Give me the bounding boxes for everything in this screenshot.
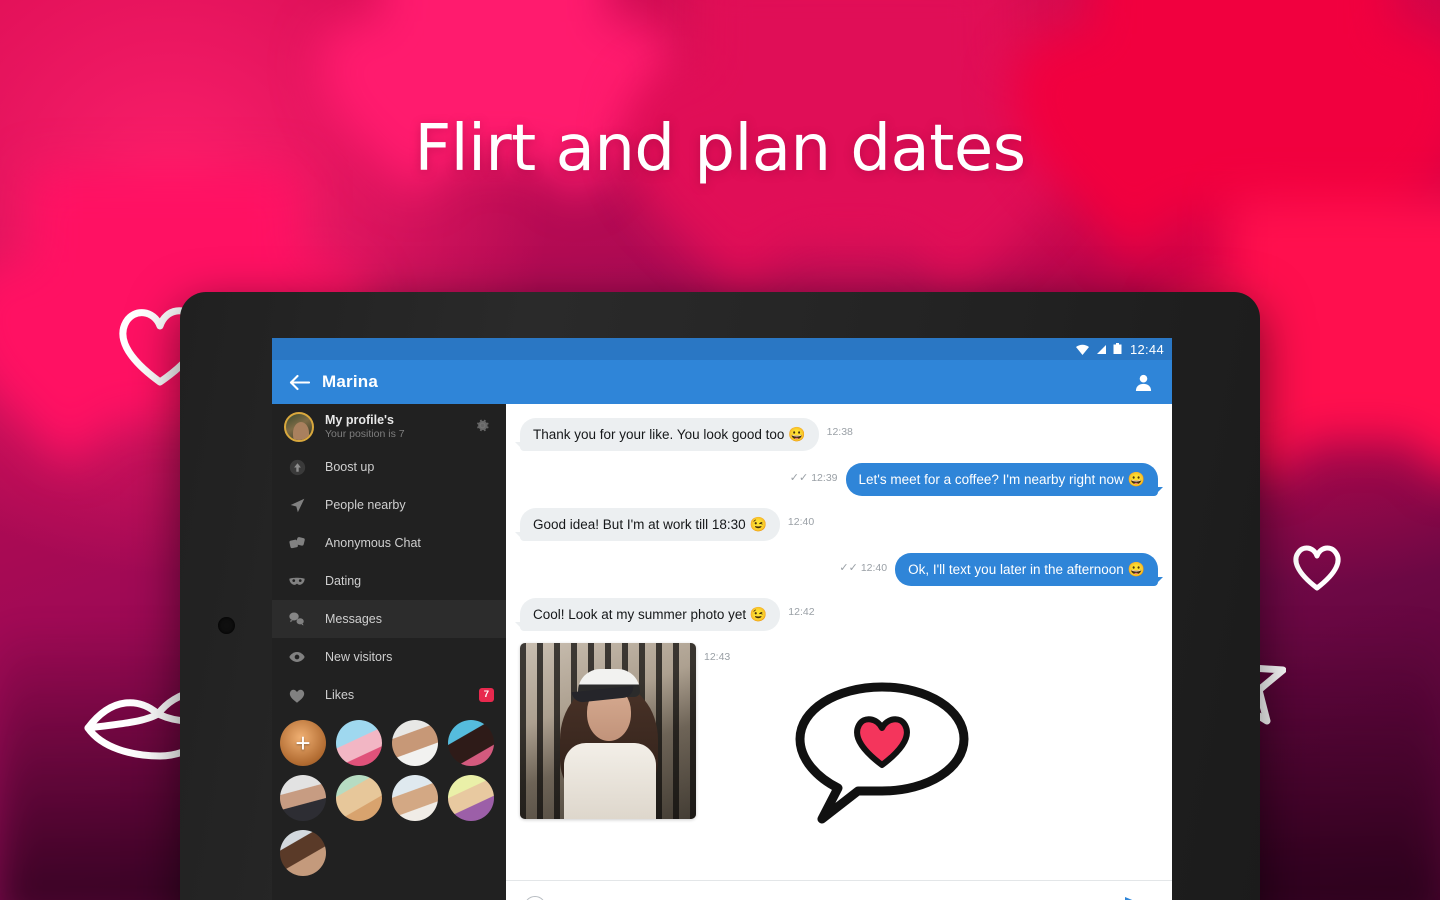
sidebar-item-new-visitors[interactable]: New visitors — [272, 638, 506, 676]
message-text: Good idea! But I'm at work till 18:30 — [533, 517, 746, 532]
list-item[interactable] — [280, 775, 326, 821]
app-body: My profile's Your position is 7 Boost up… — [272, 404, 1172, 900]
plus-icon: + — [295, 728, 311, 758]
navigation-arrow-icon — [284, 497, 310, 514]
message-row: Cool! Look at my summer photo yet 😉 12:4… — [514, 598, 1158, 631]
sidebar-item-label: People nearby — [325, 498, 406, 512]
sidebar-item-label: Likes — [325, 688, 355, 702]
summer-photo[interactable] — [520, 643, 696, 819]
message-time: 12:40 — [860, 562, 888, 574]
list-item[interactable] — [336, 775, 382, 821]
message-input-bar: + — [506, 880, 1172, 900]
list-item[interactable] — [448, 720, 494, 766]
list-item[interactable] — [280, 830, 326, 876]
message-bubble[interactable]: Good idea! But I'm at work till 18:30 😉 — [515, 508, 780, 541]
heart-icon — [284, 687, 310, 704]
device-screen: 12:44 Marina My profile's Your position … — [272, 338, 1172, 900]
profile-name: My profile's — [325, 413, 394, 427]
message-bubble[interactable]: Ok, I'll text you later in the afternoon… — [895, 553, 1163, 586]
read-receipt-icon: ✓✓ — [839, 562, 858, 574]
dice-icon — [284, 535, 310, 552]
message-list[interactable]: Thank you for your like. You look good t… — [506, 404, 1172, 880]
message-row: ✓✓ 12:40 Ok, I'll text you later in the a… — [520, 553, 1163, 586]
cellular-signal-icon — [1095, 344, 1107, 355]
sidebar-item-label: Dating — [325, 574, 362, 588]
right-heart-outline-icon — [1293, 545, 1341, 591]
list-item[interactable] — [448, 775, 494, 821]
sidebar-item-label: Messages — [325, 612, 382, 626]
message-time: 12:40 — [787, 516, 815, 528]
list-item[interactable] — [336, 720, 382, 766]
message-meta: ✓✓ 12:40 — [831, 561, 895, 574]
read-receipt-icon: ✓✓ — [789, 472, 809, 484]
message-bubble[interactable]: Thank you for your like. You look good t… — [515, 418, 819, 451]
front-camera-dot — [218, 617, 235, 634]
profile-text: My profile's Your position is 7 — [325, 413, 474, 441]
photo-message-row: 12:43 — [520, 643, 1158, 832]
sidebar-item-likes[interactable]: Likes 7 — [272, 676, 506, 714]
message-time: 12:38 — [826, 426, 853, 438]
sidebar-item-label: New visitors — [325, 650, 393, 664]
gear-icon[interactable] — [474, 417, 494, 437]
page-title: Flirt and plan dates — [414, 112, 1026, 186]
message-row: ✓✓ 12:39 Let's meet for a coffee? I'm nea… — [520, 463, 1163, 496]
tablet-device: 12:44 Marina My profile's Your position … — [180, 292, 1260, 900]
photo-cap — [578, 669, 640, 697]
status-badge: 7 — [478, 688, 494, 702]
sidebar-item-messages[interactable]: Messages — [272, 600, 506, 638]
sidebar-item-boost-up[interactable]: Boost up — [272, 448, 506, 486]
mask-icon — [284, 572, 310, 590]
profile-position: Your position is 7 — [325, 428, 405, 440]
chat-bubbles-icon — [284, 610, 310, 628]
navigation-sidebar: My profile's Your position is 7 Boost up… — [272, 404, 506, 900]
message-time: 12:42 — [788, 606, 815, 618]
emoji: 😀 — [1127, 471, 1145, 487]
sidebar-item-anonymous-chat[interactable]: Anonymous Chat — [272, 524, 506, 562]
photo-time: 12:43 — [704, 651, 731, 663]
photo-top — [564, 743, 656, 819]
emoji: 😀 — [1127, 561, 1145, 577]
battery-icon — [1113, 343, 1122, 355]
message-bubble[interactable]: Cool! Look at my summer photo yet 😉 — [514, 598, 781, 631]
plus-circle-icon[interactable]: + — [524, 895, 546, 900]
status-bar: 12:44 — [272, 338, 1172, 360]
list-item[interactable] — [392, 720, 438, 766]
avatar — [284, 412, 314, 442]
sidebar-item-label: Anonymous Chat — [325, 536, 421, 550]
sidebar-item-people-nearby[interactable]: People nearby — [272, 486, 506, 524]
wifi-icon — [1075, 344, 1089, 355]
message-time: 12:39 — [811, 472, 838, 484]
eye-icon — [284, 648, 310, 666]
person-icon[interactable] — [1128, 367, 1158, 397]
emoji: 😉 — [749, 606, 768, 622]
bg-heart-7 — [1230, 200, 1440, 440]
send-icon[interactable] — [1120, 890, 1154, 900]
my-profile-row[interactable]: My profile's Your position is 7 — [272, 404, 506, 448]
list-item[interactable] — [392, 775, 438, 821]
message-text: Cool! Look at my summer photo yet — [533, 607, 747, 622]
message-text: Thank you for your like. You look good t… — [533, 427, 785, 442]
message-text: Ok, I'll text you later in the afternoon — [908, 562, 1124, 577]
chat-panel: Thank you for your like. You look good t… — [506, 404, 1172, 900]
message-row: Thank you for your like. You look good t… — [515, 418, 1158, 451]
heart-speech-bubble-sticker — [792, 677, 972, 832]
sidebar-item-label: Boost up — [325, 460, 375, 474]
message-text: Let's meet for a coffee? I'm nearby righ… — [858, 472, 1124, 487]
nearby-avatar-grid: + — [272, 714, 506, 876]
chat-title: Marina — [322, 372, 378, 391]
message-meta: ✓✓ 12:39 — [782, 471, 846, 484]
emoji: 😉 — [749, 516, 767, 532]
add-photo-avatar[interactable]: + — [280, 720, 326, 766]
back-arrow-icon[interactable] — [286, 369, 312, 395]
message-bubble[interactable]: Let's meet for a coffee? I'm nearby righ… — [845, 463, 1163, 496]
app-bar: Marina — [272, 360, 1172, 404]
emoji: 😀 — [788, 426, 806, 442]
message-row: Good idea! But I'm at work till 18:30 😉 … — [515, 508, 1158, 541]
arrow-up-circle-icon — [284, 459, 310, 476]
sidebar-item-dating[interactable]: Dating — [272, 562, 506, 600]
status-clock: 12:44 — [1129, 341, 1164, 357]
